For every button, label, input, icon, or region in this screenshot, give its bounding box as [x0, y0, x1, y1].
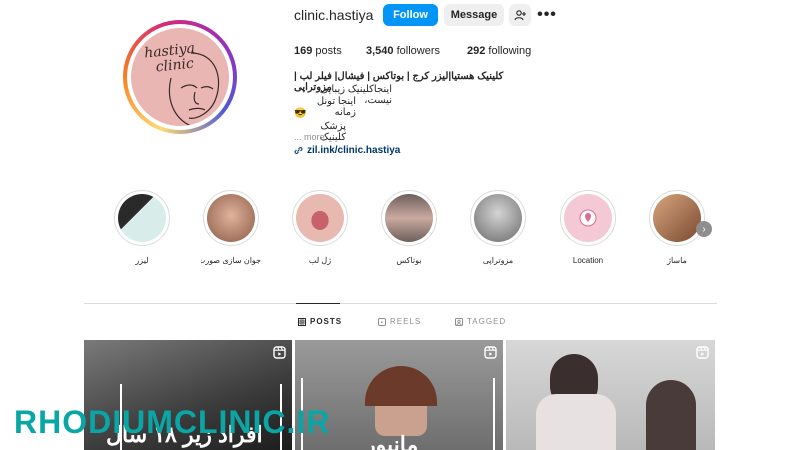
add-user-icon: [514, 10, 526, 21]
avatar-image: hastiya clinic: [131, 28, 229, 126]
highlight-lip-filler[interactable]: ژل لب: [290, 190, 350, 265]
highlight-label: ژل لب: [308, 256, 332, 265]
highlight-label: جوان سازی صورت: [201, 256, 261, 265]
tab-tagged[interactable]: TAGGED: [455, 317, 506, 326]
chevron-right-icon: ›: [702, 223, 706, 235]
highlight-rejuvenation[interactable]: جوان سازی صورت: [201, 190, 261, 265]
location-pin-icon: [579, 209, 597, 227]
highlight-laser[interactable]: لیزر: [112, 190, 172, 265]
highlight-label: ماساژ: [667, 256, 687, 265]
tabs-divider: [84, 303, 717, 304]
post-hair-shape: [365, 366, 437, 406]
reel-icon: [696, 346, 709, 359]
highlight-mesotherapy[interactable]: مزوتراپی: [468, 190, 528, 265]
profile-username: clinic.hastiya: [294, 7, 374, 23]
grid-icon: [298, 317, 306, 326]
more-options-button[interactable]: •••: [536, 4, 558, 26]
tab-posts[interactable]: POSTS: [298, 317, 342, 326]
bio-external-link[interactable]: zil.ink/clinic.hastiya: [294, 145, 534, 156]
profile-avatar[interactable]: hastiya clinic: [123, 20, 237, 134]
post-overlay-text: مانیور: [365, 432, 419, 450]
stat-following[interactable]: 292 following: [467, 45, 531, 57]
highlight-thumbnail: [385, 194, 433, 242]
avatar-logo-text: hastiya clinic: [143, 40, 196, 76]
highlight-thumbnail: [653, 194, 701, 242]
highlight-ring: [649, 190, 705, 246]
highlight-label: Location: [572, 256, 604, 265]
tab-reels[interactable]: REELS: [378, 317, 421, 326]
highlight-label: لیزر: [135, 256, 149, 265]
highlight-botox[interactable]: بوتاکس: [379, 190, 439, 265]
reel-icon: [273, 346, 286, 359]
link-icon: [294, 147, 303, 154]
highlight-ring: [114, 190, 170, 246]
highlight-thumbnail: [564, 194, 612, 242]
tagged-icon: [455, 317, 463, 326]
stat-followers[interactable]: 3,540 followers: [366, 45, 440, 57]
highlight-thumbnail: [296, 194, 344, 242]
highlight-ring: [560, 190, 616, 246]
reels-icon: [378, 317, 386, 326]
post-clothing-shape: [536, 394, 616, 450]
follow-button[interactable]: Follow: [383, 4, 438, 26]
avatar-border: hastiya clinic: [127, 24, 233, 130]
site-watermark: RHODIUMCLINIC.IR: [14, 404, 331, 440]
post-person-shape: [646, 380, 696, 450]
bio-more-link[interactable]: ... more: [294, 132, 534, 142]
highlight-label: مزوتراپی: [482, 256, 514, 265]
highlight-thumbnail: [207, 194, 255, 242]
more-horizontal-icon: •••: [537, 6, 557, 23]
bio-emoji: 😎: [294, 108, 307, 119]
highlight-thumbnail: [474, 194, 522, 242]
post-thumbnail[interactable]: [506, 340, 715, 450]
highlight-thumbnail: [118, 194, 166, 242]
highlight-location[interactable]: Location: [558, 190, 618, 265]
reel-icon: [484, 346, 497, 359]
highlight-ring: [470, 190, 526, 246]
post-frame-line: [493, 378, 495, 450]
active-tab-indicator: [296, 303, 340, 304]
highlight-ring: [381, 190, 437, 246]
message-button[interactable]: Message: [444, 4, 504, 26]
highlight-ring: [203, 190, 259, 246]
highlight-ring: [292, 190, 348, 246]
highlight-label: بوتاکس: [396, 256, 422, 265]
stat-posts: 169 posts: [294, 45, 342, 57]
add-user-button[interactable]: [509, 4, 531, 26]
highlights-next-button[interactable]: ›: [696, 221, 712, 237]
